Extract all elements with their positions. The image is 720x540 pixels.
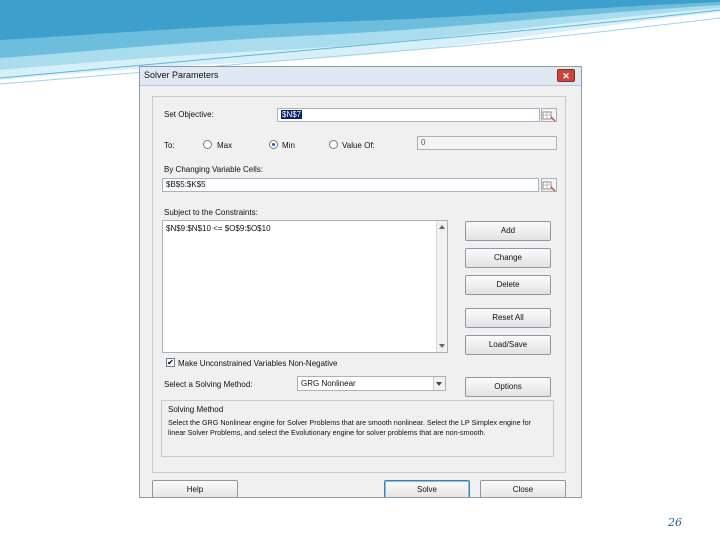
constraints-list[interactable]: $N$9:$N$10 <= $O$9:$O$10 [162, 220, 448, 353]
close-icon[interactable]: ✕ [557, 69, 575, 82]
constraints-label: Subject to the Constraints: [164, 208, 258, 217]
solving-method-select[interactable]: GRG Nonlinear [297, 376, 446, 391]
changing-cells-input[interactable]: $B$5:$K$5 [162, 178, 539, 192]
scroll-down-icon[interactable] [439, 344, 445, 348]
changing-cells-label: By Changing Variable Cells: [164, 165, 264, 174]
set-objective-label: Set Objective: [164, 110, 214, 119]
range-selector-icon[interactable] [541, 178, 557, 192]
reset-all-button[interactable]: Reset All [465, 308, 551, 328]
to-label: To: [164, 141, 175, 150]
help-button[interactable]: Help [152, 480, 238, 497]
solve-button[interactable]: Solve [384, 480, 470, 497]
value-of-input[interactable]: 0 [417, 136, 557, 150]
options-button[interactable]: Options [465, 377, 551, 397]
solving-method-description: Select the GRG Nonlinear engine for Solv… [168, 418, 532, 437]
constraints-scrollbar[interactable] [436, 221, 447, 352]
nonnegative-label: Make Unconstrained Variables Non-Negativ… [178, 359, 338, 368]
objective-input[interactable]: $N$7 [277, 108, 540, 122]
objective-value: $N$7 [281, 110, 303, 119]
min-radio[interactable] [269, 140, 278, 149]
dropdown-arrow-icon[interactable] [433, 377, 445, 390]
solver-parameters-dialog: Solver Parameters ✕ Set Objective: $N$7 … [139, 66, 582, 498]
slide-number: 26 [668, 516, 682, 529]
close-button[interactable]: Close [480, 480, 566, 497]
load-save-button[interactable]: Load/Save [465, 335, 551, 355]
min-radio-label: Min [282, 141, 295, 150]
max-radio[interactable] [203, 140, 212, 149]
scroll-up-icon[interactable] [439, 225, 445, 229]
solving-method-group: Solving Method Select the GRG Nonlinear … [161, 400, 554, 457]
solving-method-value: GRG Nonlinear [301, 379, 356, 388]
solving-method-label: Select a Solving Method: [164, 380, 253, 389]
range-selector-icon[interactable] [541, 108, 557, 122]
add-button[interactable]: Add [465, 221, 551, 241]
dialog-title: Solver Parameters [144, 70, 219, 80]
nonnegative-checkbox[interactable]: ✔ [166, 358, 175, 367]
value-of-radio[interactable] [329, 140, 338, 149]
max-radio-label: Max [217, 141, 233, 150]
delete-button[interactable]: Delete [465, 275, 551, 295]
value-of-radio-label: Value Of: [342, 141, 375, 150]
solving-method-group-title: Solving Method [168, 405, 224, 414]
constraint-item[interactable]: $N$9:$N$10 <= $O$9:$O$10 [166, 224, 271, 233]
change-button[interactable]: Change [465, 248, 551, 268]
dialog-titlebar: Solver Parameters ✕ [140, 67, 581, 86]
checkmark-icon: ✔ [167, 358, 174, 367]
